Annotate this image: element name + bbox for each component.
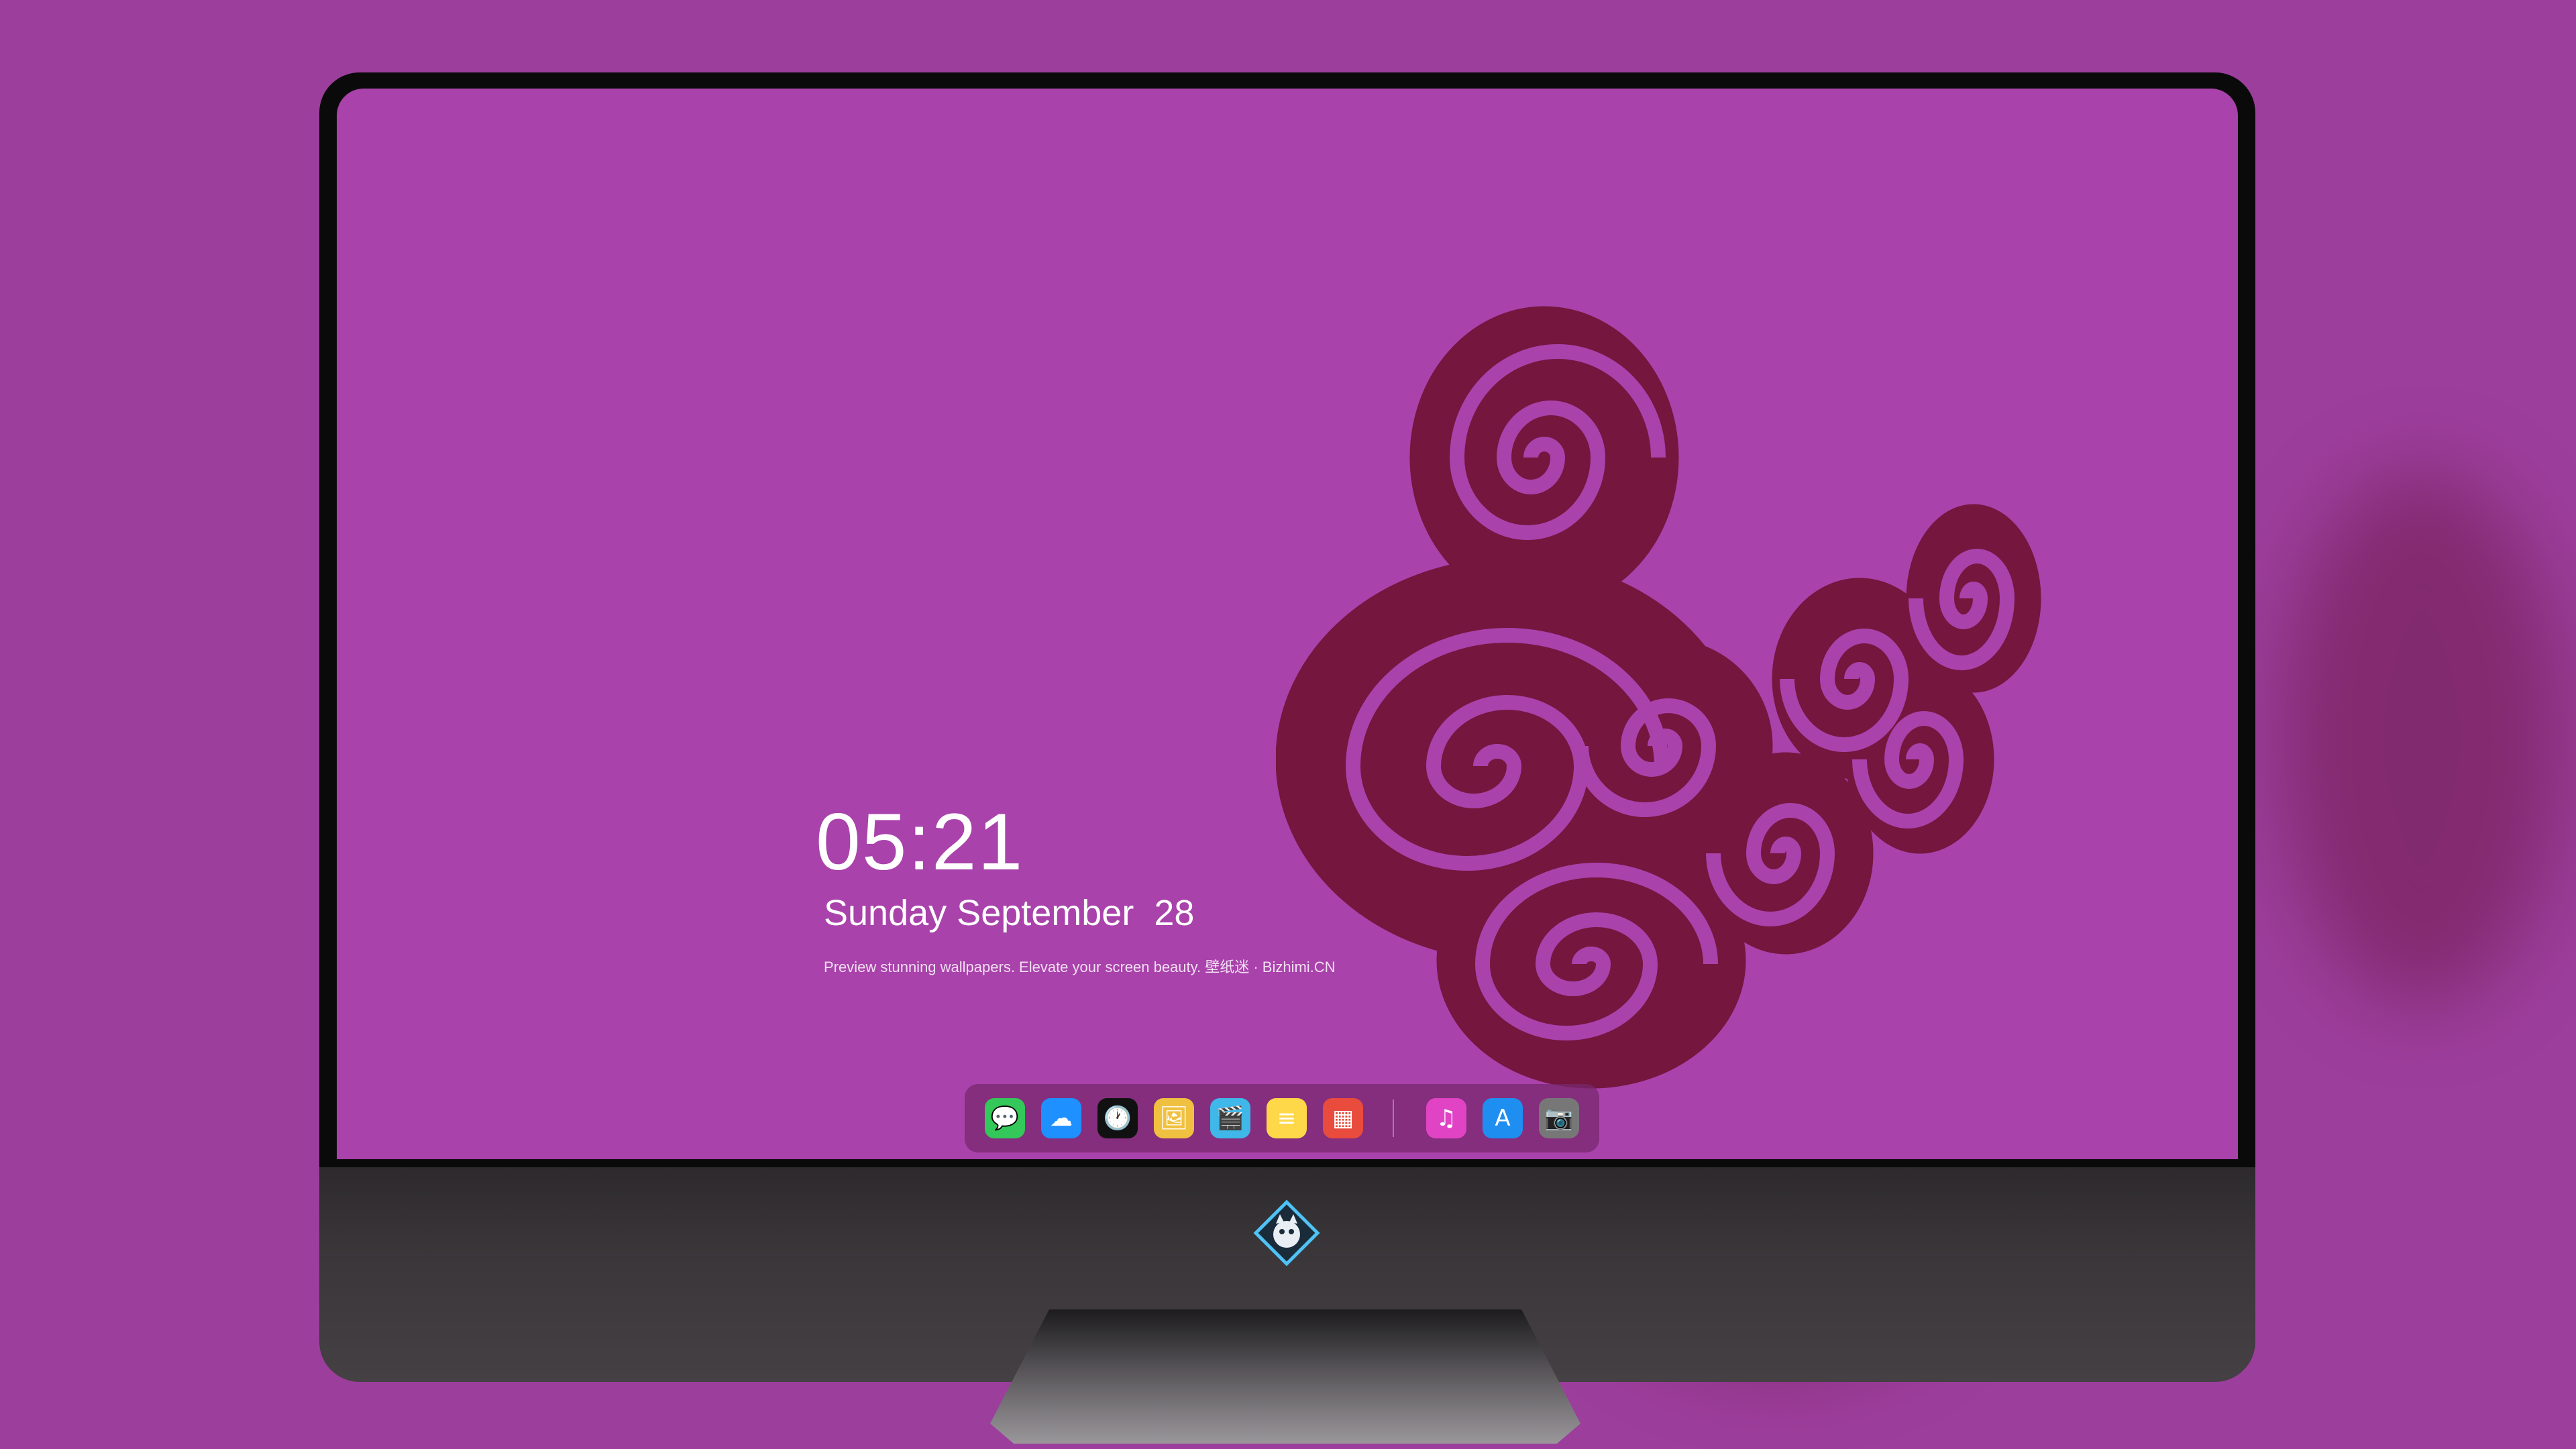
notes-icon[interactable]: ≡ (1267, 1098, 1307, 1138)
photo-booth-icon[interactable]: ▦ (1323, 1098, 1363, 1138)
spiral-wallpaper-art (1276, 306, 2041, 1089)
background-blur (2281, 470, 2563, 1006)
dock: 💬 ☁ 🕐 🖼 🎬 ≡ ▦ ♫ A 📷 (965, 1084, 1599, 1152)
camera-icon[interactable]: 📷 (1539, 1098, 1579, 1138)
preview-icon[interactable]: 🖼 (1154, 1098, 1194, 1138)
lockscreen-date: Sunday September 28 (824, 892, 1194, 934)
messages-icon[interactable]: 💬 (985, 1098, 1025, 1138)
clock-icon[interactable]: 🕐 (1097, 1098, 1138, 1138)
clips-icon[interactable]: 🎬 (1210, 1098, 1250, 1138)
date-day: 28 (1154, 893, 1195, 933)
weather-icon[interactable]: ☁ (1041, 1098, 1081, 1138)
desktop-screen: 05:21 Sunday September 28 Preview stunni… (337, 89, 2238, 1159)
app-store-icon[interactable]: A (1483, 1098, 1523, 1138)
monitor: 05:21 Sunday September 28 Preview stunni… (319, 72, 2255, 1382)
wallpaper-tagline: Preview stunning wallpapers. Elevate you… (824, 959, 1336, 975)
lockscreen-clock: 05:21 (816, 797, 1024, 887)
date-month: September (957, 893, 1134, 933)
brand-logo (1253, 1199, 1320, 1267)
dock-separator (1393, 1099, 1394, 1137)
itunes-icon[interactable]: ♫ (1426, 1098, 1466, 1138)
date-weekday: Sunday (824, 893, 947, 933)
monitor-stand (990, 1309, 1580, 1444)
